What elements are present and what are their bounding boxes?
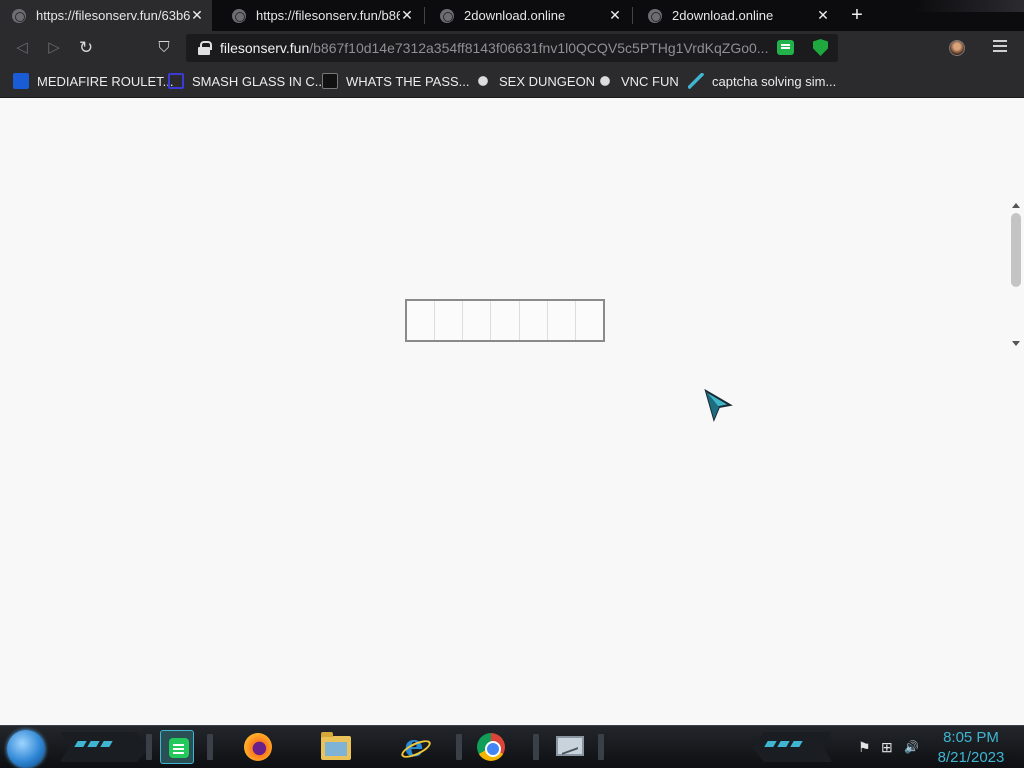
bookmark-sex-dungeon[interactable]: SEX DUNGEON — [475, 72, 595, 90]
taskbar-app-chrome[interactable] — [474, 730, 508, 764]
bookmark-whats-the-pass[interactable]: WHATS THE PASS... — [322, 72, 470, 90]
scroll-down-arrow-icon[interactable] — [1012, 341, 1020, 346]
code-input-cell[interactable] — [491, 301, 520, 340]
skull-icon — [475, 73, 491, 89]
internet-explorer-icon: e — [398, 731, 430, 763]
taskbar-decoration-dots — [74, 741, 113, 747]
bookmark-page-button[interactable]: ⛉ — [153, 37, 175, 59]
bookmarks-bar: MEDIAFIRE ROULET... SMASH GLASS IN C... … — [0, 64, 1024, 98]
lock-icon[interactable] — [198, 41, 212, 55]
bookmark-label: VNC FUN — [621, 73, 679, 89]
start-button[interactable] — [7, 730, 45, 768]
tab-close-icon[interactable]: ✕ — [608, 7, 622, 24]
tab-title: https://filesonserv.fun/63b67 — [36, 8, 190, 23]
code-input-cell[interactable] — [576, 301, 603, 340]
scroll-up-arrow-icon[interactable] — [1012, 203, 1020, 208]
taskbar-app-spotify[interactable] — [160, 730, 194, 764]
chrome-icon — [477, 733, 505, 761]
tab-close-icon[interactable]: ✕ — [816, 7, 830, 24]
vertical-scrollbar[interactable] — [1009, 201, 1023, 346]
extension-notes-icon[interactable] — [777, 40, 794, 55]
taskbar: e ⚑ ⊞ 🔊 8:05 PM 8/21/2023 — [0, 725, 1024, 768]
reload-button[interactable]: ↻ — [75, 37, 97, 59]
taskbar-app-internet-explorer[interactable]: e — [396, 730, 430, 764]
window-frame-decoration — [914, 0, 1024, 12]
bookmark-label: SMASH GLASS IN C... — [192, 73, 326, 89]
address-bar[interactable]: filesonserv.fun /b867f10d14e7312a354ff81… — [186, 34, 838, 62]
code-input-cell[interactable] — [435, 301, 464, 340]
code-input[interactable] — [405, 299, 605, 342]
globe-icon — [648, 8, 662, 23]
tab-title: https://filesonserv.fun/b867f — [256, 8, 400, 23]
clock-date: 8/21/2023 — [937, 749, 1005, 766]
globe-icon — [232, 8, 246, 23]
spotify-icon — [169, 738, 189, 758]
code-input-cell[interactable] — [463, 301, 492, 340]
taskbar-decoration — [60, 732, 150, 762]
profile-avatar[interactable] — [949, 40, 965, 56]
navigation-toolbar: ◁ ▷ ↻ ⛉ filesonserv.fun /b867f10d14e7312… — [0, 31, 1024, 64]
globe-icon — [440, 8, 454, 23]
mouse-cursor-icon — [704, 389, 733, 423]
tab-title: 2download.online — [672, 8, 774, 23]
clock-time: 8:05 PM — [943, 729, 999, 746]
code-input-cell[interactable] — [407, 301, 436, 340]
captcha-icon — [688, 73, 704, 89]
taskbar-app-system-monitor[interactable] — [552, 730, 586, 764]
tab-4[interactable]: 2download.online ✕ — [636, 0, 838, 31]
system-clock[interactable]: 8:05 PM 8/21/2023 — [934, 728, 1008, 768]
tab-3[interactable]: 2download.online ✕ — [428, 0, 630, 31]
bookmark-mediafire[interactable]: MEDIAFIRE ROULET... — [13, 72, 174, 90]
tab-separator — [424, 7, 425, 24]
back-button[interactable]: ◁ — [11, 37, 33, 59]
taskbar-divider — [598, 734, 604, 760]
bookmark-vnc-fun[interactable]: VNC FUN — [597, 72, 679, 90]
code-input-cell[interactable] — [548, 301, 576, 340]
volume-icon[interactable]: 🔊 — [904, 739, 919, 755]
tab-close-icon[interactable]: ✕ — [400, 7, 414, 24]
firefox-icon — [244, 733, 272, 761]
globe-icon — [12, 8, 26, 23]
smash-glass-icon — [168, 73, 184, 89]
tab-1[interactable]: https://filesonserv.fun/63b67 ✕ — [0, 0, 212, 31]
forward-button[interactable]: ▷ — [43, 37, 65, 59]
scroll-thumb[interactable] — [1011, 213, 1021, 287]
tab-2[interactable]: https://filesonserv.fun/b867f ✕ — [220, 0, 422, 31]
url-path: /b867f10d14e7312a354ff8143f06631fnv1l0QC… — [309, 40, 769, 56]
taskbar-decoration-dots — [764, 741, 803, 747]
taskbar-divider — [533, 734, 539, 760]
file-explorer-icon — [321, 732, 351, 760]
system-monitor-icon — [556, 736, 584, 756]
bookmark-label: WHATS THE PASS... — [346, 73, 470, 89]
browser-menu-icon[interactable] — [993, 40, 1007, 54]
bookmark-label: SEX DUNGEON — [499, 73, 596, 89]
tab-strip: https://filesonserv.fun/63b67 ✕ https://… — [0, 0, 1024, 31]
tab-title: 2download.online — [464, 8, 566, 23]
new-tab-button[interactable]: + — [846, 5, 868, 27]
code-input-cell[interactable] — [520, 301, 548, 340]
taskbar-app-firefox[interactable] — [240, 730, 274, 764]
taskbar-decoration — [752, 732, 832, 762]
bookmark-smash-glass[interactable]: SMASH GLASS IN C... — [168, 72, 326, 90]
url-host: filesonserv.fun — [220, 40, 310, 56]
taskbar-divider — [456, 734, 462, 760]
password-icon — [322, 73, 338, 89]
skull-icon — [597, 73, 613, 89]
page-viewport — [0, 98, 1024, 725]
taskbar-app-file-explorer[interactable] — [318, 730, 352, 764]
network-icon[interactable]: ⊞ — [881, 739, 893, 755]
taskbar-divider — [207, 734, 213, 760]
taskbar-divider — [146, 734, 152, 760]
tab-close-icon[interactable]: ✕ — [190, 7, 204, 24]
mediafire-icon — [13, 73, 29, 89]
bookmark-captcha-solving[interactable]: captcha solving sim... — [688, 72, 836, 90]
bookmark-label: captcha solving sim... — [712, 73, 837, 89]
bookmark-label: MEDIAFIRE ROULET... — [37, 73, 174, 89]
tab-separator — [632, 7, 633, 24]
action-center-flag-icon[interactable]: ⚑ — [858, 739, 871, 755]
